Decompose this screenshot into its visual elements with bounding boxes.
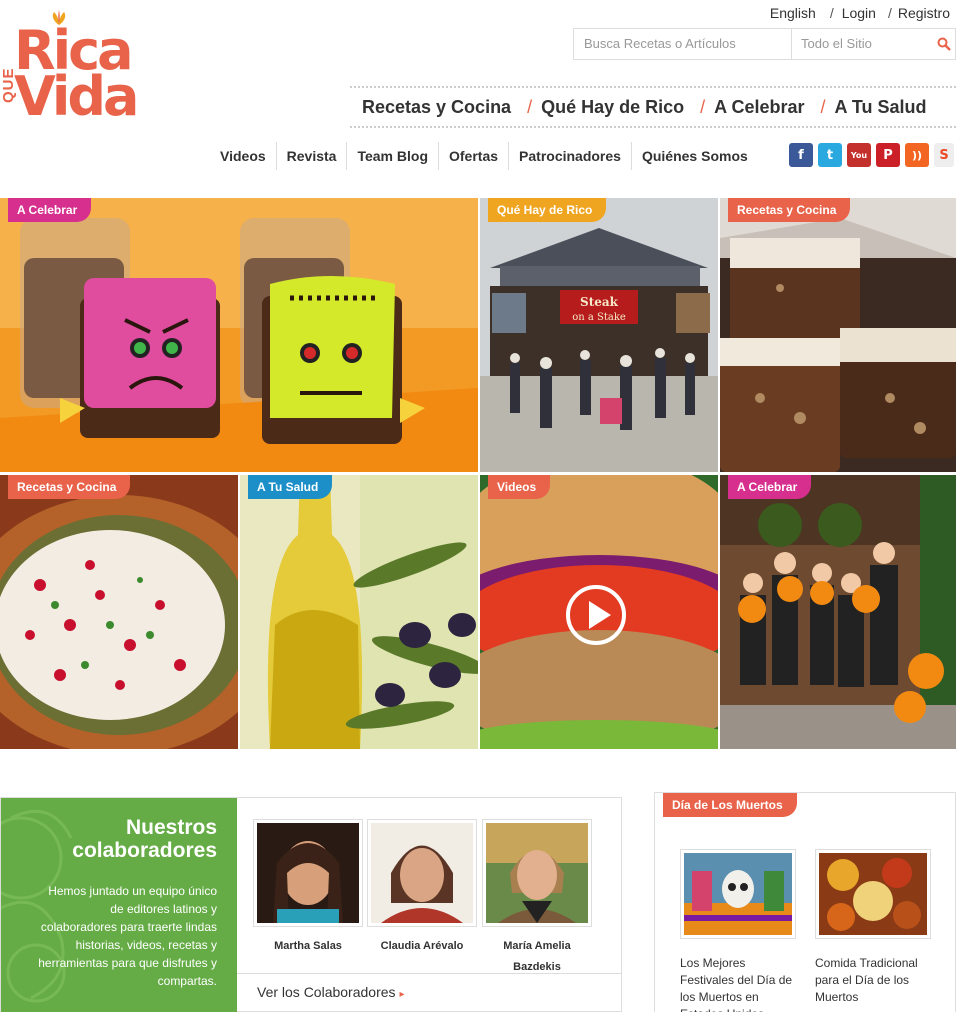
feature-tile-recetas-1[interactable]: Recetas y Cocina [720,198,956,472]
collaborator-card[interactable]: Martha Salas [253,819,363,957]
title-line: colaboradores [72,839,217,862]
sub-nav-ofertas[interactable]: Ofertas [439,142,510,170]
sub-nav-quienes-somos[interactable]: Quiénes Somos [632,142,758,170]
main-nav-divider: / [527,96,533,117]
feature-tile-videos[interactable]: Videos [480,475,718,749]
article-thumbnail[interactable] [815,849,931,939]
view-collaborators-link[interactable]: Ver los Colaboradores ▸ [237,973,622,1012]
collaborators-description: Hemos juntado un equipo único de editore… [38,884,217,988]
muertos-panel: Día de Los Muertos Los Mejores Festivale… [654,792,956,1012]
thumbnail-image [684,853,792,935]
collaborator-name[interactable]: María Amelia Bazdekis [482,936,592,978]
feature-tile-celebrar-2[interactable]: A Celebrar [720,475,956,749]
tile-image: Steak on a Stake [480,198,718,472]
article-title[interactable]: Los Mejores Festivales del Día de los Mu… [680,955,796,1012]
stumbleupon-icon[interactable]: S [934,143,954,167]
svg-text:Steak: Steak [580,295,619,309]
article-title[interactable]: Comida Tradicional para el Día de los Mu… [815,955,931,1006]
logo-que: QUE [0,67,17,103]
tile-category-tag[interactable]: Qué Hay de Rico [488,198,607,222]
main-nav: Recetas y Cocina / Qué Hay de Rico / A C… [350,86,956,128]
feature-tile-celebrar[interactable]: A Celebrar [0,198,478,472]
search-bar: Busca Recetas o Artículos Todo el Sitio [573,28,956,60]
play-icon[interactable] [564,583,628,647]
tile-category-tag[interactable]: Recetas y Cocina [8,475,131,499]
tile-category-tag[interactable]: Videos [488,475,551,499]
feature-tile-que-hay-de-rico[interactable]: Steak on a Stake Qué Hay de Rico [480,198,718,472]
tile-category-tag[interactable]: A Celebrar [8,198,92,222]
main-nav-que-hay-de-rico[interactable]: Qué Hay de Rico [541,97,684,118]
main-nav-a-celebrar[interactable]: A Celebrar [714,97,804,118]
search-input[interactable]: Busca Recetas o Artículos [574,29,792,59]
tile-image [720,475,956,749]
top-links: English / Login / Registro [770,5,950,21]
tile-image [0,475,238,749]
collaborators-intro: Nuestros colaboradores Hemos juntado un … [1,798,237,1012]
language-link[interactable]: English [770,5,816,21]
thumbnail-image [819,853,927,935]
article-thumbnail[interactable] [680,849,796,939]
rss-icon[interactable]: )) [905,143,929,167]
feature-tile-a-tu-salud[interactable]: A Tu Salud [240,475,478,749]
collaborator-photo[interactable] [253,819,363,927]
divider: / [887,5,892,21]
search-scope-label: Todo el Sitio [801,36,872,51]
avatar [486,823,588,923]
svg-text:on a Stake: on a Stake [572,312,626,323]
article-card[interactable]: Los Mejores Festivales del Día de los Mu… [680,849,796,1012]
collaborator-name[interactable]: Claudia Arévalo [367,936,477,957]
search-icon[interactable] [937,37,951,51]
search-scope-select[interactable]: Todo el Sitio [792,29,955,59]
twitter-icon[interactable]: t [818,143,842,167]
main-nav-a-tu-salud[interactable]: A Tu Salud [835,97,927,118]
facebook-icon[interactable]: f [789,143,813,167]
avatar [371,823,473,923]
tile-image [720,198,956,472]
site-logo[interactable]: QUE Rica Vida [0,10,140,125]
sub-nav-videos[interactable]: Videos [210,142,277,170]
title-line: Nuestros [125,816,217,839]
pinterest-icon[interactable]: P [876,143,900,167]
collaborators-title: Nuestros colaboradores [17,816,217,862]
main-nav-divider: / [820,96,826,117]
collaborator-card[interactable]: María Amelia Bazdekis [482,819,592,978]
collaborators-panel: Nuestros colaboradores Hemos juntado un … [0,797,622,1012]
tile-category-tag[interactable]: Recetas y Cocina [728,198,851,222]
register-link[interactable]: Registro [898,5,950,21]
view-collaborators-label: Ver los Colaboradores [257,984,396,1000]
section-tag[interactable]: Día de Los Muertos [663,793,797,817]
tile-image [0,198,478,472]
youtube-icon[interactable]: You [847,143,871,167]
collaborator-card[interactable]: Claudia Arévalo [367,819,477,957]
avatar [257,823,359,923]
tile-category-tag[interactable]: A Tu Salud [248,475,333,499]
divider: / [829,5,834,21]
logo-vida: Vida [14,65,139,128]
tile-category-tag[interactable]: A Celebrar [728,475,812,499]
sub-nav-patrocinadores[interactable]: Patrocinadores [509,142,632,170]
main-nav-recetas[interactable]: Recetas y Cocina [362,97,511,118]
collaborator-photo[interactable] [482,819,592,927]
sub-nav-team-blog[interactable]: Team Blog [347,142,439,170]
feature-tile-recetas-2[interactable]: Recetas y Cocina [0,475,238,749]
sub-nav: Videos Revista Team Blog Ofertas Patroci… [210,142,758,170]
article-card[interactable]: Comida Tradicional para el Día de los Mu… [815,849,931,1006]
collaborator-photo[interactable] [367,819,477,927]
sub-nav-revista[interactable]: Revista [277,142,348,170]
tile-image [240,475,478,749]
login-link[interactable]: Login [842,5,876,21]
social-links: f t You P )) S [789,143,954,167]
main-nav-divider: / [700,96,706,117]
collaborator-name[interactable]: Martha Salas [253,936,363,957]
arrow-right-icon: ▸ [399,989,405,1000]
